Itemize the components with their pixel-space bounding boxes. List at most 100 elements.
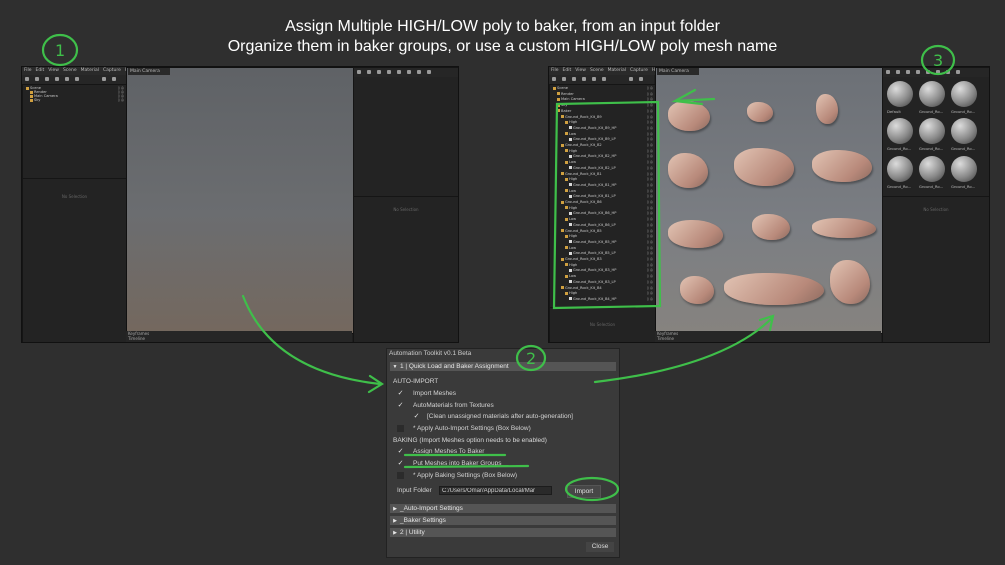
visibility-icon[interactable]: ▯ ◎ [647, 263, 653, 267]
tool-icon[interactable] [582, 77, 586, 81]
tree-item[interactable]: Ground_Rock_Kit_B6_HP ▯ ◎ [550, 211, 655, 215]
tree-item[interactable]: Ground_Rock_Kit_B5_LP ▯ ◎ [550, 251, 655, 255]
viewport-tab[interactable]: Main Camera [128, 68, 170, 75]
tree-item[interactable]: Low ▯ ◎ [550, 217, 655, 221]
visibility-icon[interactable]: ▯ ◎ [647, 200, 653, 204]
tool-icon[interactable] [367, 70, 371, 74]
section-auto-import-settings[interactable]: ▶ _Auto-Import Settings [390, 504, 616, 513]
visibility-icon[interactable]: ▯ ◎ [647, 154, 653, 158]
tree-item[interactable]: Low ▯ ◎ [550, 246, 655, 250]
menu-scene[interactable]: Scene [63, 68, 77, 73]
menu-file[interactable]: File [24, 68, 32, 73]
visibility-icon[interactable]: ▯ ◎ [647, 132, 653, 136]
menu-edit[interactable]: Edit [36, 68, 45, 73]
rock-mesh[interactable] [668, 101, 710, 131]
tree-item[interactable]: Sky ▯ ◎ [23, 98, 126, 102]
material-sphere[interactable] [951, 156, 977, 182]
visibility-icon[interactable]: ▯ ◎ [647, 274, 653, 278]
tree-item[interactable]: High ▯ ◎ [550, 120, 655, 124]
visibility-icon[interactable]: ▯ ◎ [647, 160, 653, 164]
visibility-icon[interactable]: ▯ ◎ [647, 286, 653, 290]
tool-icon[interactable] [35, 77, 39, 81]
tree-item[interactable]: Ground_Rock_Kit_B4 ▯ ◎ [550, 286, 655, 290]
rock-mesh[interactable] [668, 153, 708, 188]
tree-item[interactable]: Ground_Rock_Kit_B1_HP ▯ ◎ [550, 183, 655, 187]
tree-item[interactable]: High ▯ ◎ [550, 206, 655, 210]
tool-icon[interactable] [896, 70, 900, 74]
put-meshes-checkbox[interactable]: ✓ [397, 460, 404, 467]
tree-item[interactable]: Scene ▯ ◎ [550, 86, 655, 90]
menu-view[interactable]: View [48, 68, 59, 73]
tool-icon[interactable] [562, 77, 566, 81]
tool-icon[interactable] [592, 77, 596, 81]
tool-icon[interactable] [946, 70, 950, 74]
tree-item[interactable]: High ▯ ◎ [550, 291, 655, 295]
visibility-icon[interactable]: ▯ ◎ [647, 211, 653, 215]
viewport-tab[interactable]: Main Camera [657, 68, 699, 75]
rock-mesh[interactable] [752, 214, 790, 240]
tool-icon[interactable] [427, 70, 431, 74]
visibility-icon[interactable]: ▯ ◎ [647, 291, 653, 295]
tool-icon[interactable] [552, 77, 556, 81]
tool-icon[interactable] [65, 77, 69, 81]
menu-capture[interactable]: Capture [630, 68, 648, 73]
visibility-icon[interactable]: ▯ ◎ [647, 120, 653, 124]
import-button[interactable]: Import [567, 485, 601, 498]
tree-item[interactable]: Ground_Rock_Kit_B2 ▯ ◎ [550, 143, 655, 147]
visibility-icon[interactable]: ▯ ◎ [647, 240, 653, 244]
menu-edit[interactable]: Edit [563, 68, 572, 73]
material-sphere[interactable] [951, 118, 977, 144]
tree-item[interactable]: Low ▯ ◎ [550, 274, 655, 278]
rock-mesh[interactable] [680, 276, 714, 304]
tree-item[interactable]: Ground_Rock_Kit_B3_LP ▯ ◎ [550, 280, 655, 284]
tool-icon[interactable] [357, 70, 361, 74]
rock-mesh[interactable] [812, 150, 872, 182]
rock-mesh[interactable] [830, 260, 870, 304]
menu-file[interactable]: File [551, 68, 559, 73]
rock-mesh[interactable] [724, 273, 824, 305]
tree-item[interactable]: Render ▯ ◎ [550, 92, 655, 96]
material-sphere[interactable] [887, 81, 913, 107]
visibility-icon[interactable]: ▯ ◎ [647, 251, 653, 255]
tool-icon[interactable] [572, 77, 576, 81]
rock-mesh[interactable] [668, 220, 723, 248]
clean-unassigned-checkbox[interactable]: ✓ [413, 413, 420, 420]
automaterials-checkbox[interactable]: ✓ [397, 402, 404, 409]
menu-material[interactable]: Material [608, 68, 626, 73]
tool-icon[interactable] [906, 70, 910, 74]
menu-view[interactable]: View [575, 68, 586, 73]
rock-mesh[interactable] [816, 94, 838, 124]
material-sphere[interactable] [887, 118, 913, 144]
material-sphere[interactable] [887, 156, 913, 182]
tool-icon[interactable] [629, 77, 633, 81]
assign-meshes-checkbox[interactable]: ✓ [397, 448, 404, 455]
tree-item[interactable]: Ground_Rock_Kit_B9_LP ▯ ◎ [550, 137, 655, 141]
rock-mesh[interactable] [812, 218, 876, 238]
tree-item[interactable]: High ▯ ◎ [550, 149, 655, 153]
visibility-icon[interactable]: ▯ ◎ [647, 103, 653, 107]
visibility-icon[interactable]: ▯ ◎ [647, 206, 653, 210]
visibility-icon[interactable]: ▯ ◎ [647, 183, 653, 187]
material-sphere[interactable] [951, 81, 977, 107]
menu-scene[interactable]: Scene [590, 68, 604, 73]
section-baker-settings[interactable]: ▶ _Baker Settings [390, 516, 616, 525]
visibility-icon[interactable]: ▯ ◎ [647, 126, 653, 130]
material-sphere[interactable] [919, 156, 945, 182]
tool-icon[interactable] [407, 70, 411, 74]
tool-icon[interactable] [45, 77, 49, 81]
apply-auto-import-checkbox[interactable] [397, 425, 404, 432]
tool-icon[interactable] [75, 77, 79, 81]
viewport[interactable]: Main Camera [655, 67, 883, 334]
tool-icon[interactable] [886, 70, 890, 74]
visibility-icon[interactable]: ▯ ◎ [647, 115, 653, 119]
tool-icon[interactable] [956, 70, 960, 74]
visibility-icon[interactable]: ▯ ◎ [647, 137, 653, 141]
visibility-icon[interactable]: ▯ ◎ [647, 268, 653, 272]
tree-item[interactable]: Low ▯ ◎ [550, 189, 655, 193]
tool-icon[interactable] [377, 70, 381, 74]
tree-item[interactable]: Ground_Rock_Kit_B2_HP ▯ ◎ [550, 154, 655, 158]
visibility-icon[interactable]: ▯ ◎ [647, 97, 653, 101]
tool-icon[interactable] [916, 70, 920, 74]
visibility-icon[interactable]: ▯ ◎ [647, 109, 653, 113]
input-folder-field[interactable] [439, 486, 552, 495]
